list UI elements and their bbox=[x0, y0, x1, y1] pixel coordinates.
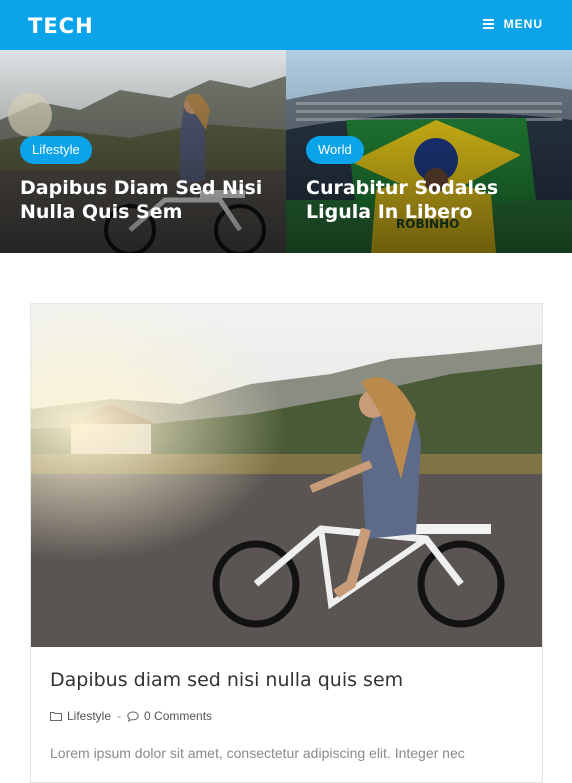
menu-label[interactable]: MENU bbox=[504, 17, 543, 31]
category-badge[interactable]: Lifestyle bbox=[20, 136, 92, 164]
post-meta: Lifestyle - 0 Comments bbox=[50, 709, 212, 723]
post-image-cyclist[interactable] bbox=[31, 304, 542, 647]
site-brand[interactable]: TECH bbox=[28, 14, 94, 38]
comment-icon bbox=[127, 710, 139, 722]
featured-post-title[interactable]: Dapibus Diam Sed Nisi Nulla Quis Sem bbox=[20, 176, 275, 224]
post-excerpt: Lorem ipsum dolor sit amet, consectetur … bbox=[50, 745, 465, 761]
post-title[interactable]: Dapibus diam sed nisi nulla quis sem bbox=[50, 669, 403, 691]
post-category-link[interactable]: Lifestyle bbox=[67, 709, 111, 723]
featured-post-1[interactable]: Lifestyle Dapibus Diam Sed Nisi Nulla Qu… bbox=[0, 50, 286, 253]
featured-post-2[interactable]: ROBINHO World Curabitur Sodales Ligula I… bbox=[286, 50, 572, 253]
featured-posts: Lifestyle Dapibus Diam Sed Nisi Nulla Qu… bbox=[0, 50, 572, 253]
post-card: Dapibus diam sed nisi nulla quis sem Lif… bbox=[30, 303, 543, 783]
folder-icon bbox=[50, 712, 62, 721]
hamburger-icon[interactable] bbox=[482, 19, 495, 29]
post-comments-link[interactable]: 0 Comments bbox=[144, 709, 212, 723]
meta-separator: - bbox=[117, 709, 122, 723]
category-badge[interactable]: World bbox=[306, 136, 364, 164]
featured-post-title[interactable]: Curabitur Sodales Ligula In Libero bbox=[306, 176, 561, 224]
site-header: TECH MENU bbox=[0, 0, 572, 50]
menu-button[interactable]: MENU bbox=[482, 17, 543, 31]
